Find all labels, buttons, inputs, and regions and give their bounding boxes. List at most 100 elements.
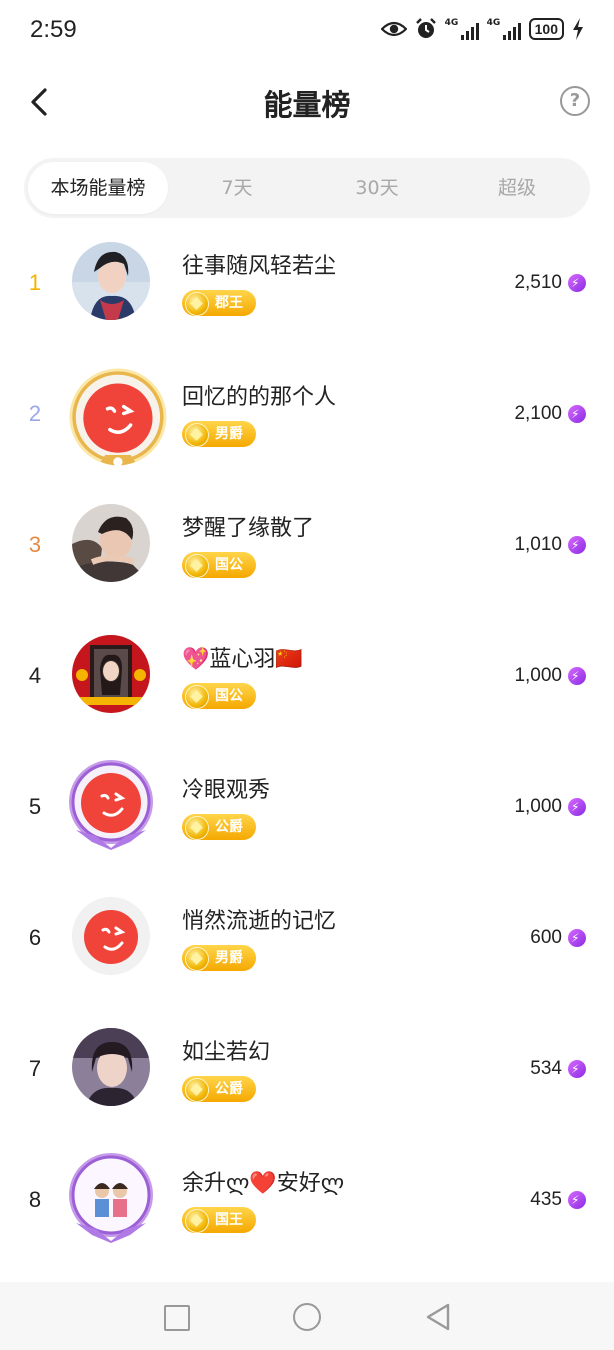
energy-icon [568,405,586,423]
rank-title-badge: 国公 [182,683,256,709]
user-name: 往事随风轻若尘 [182,254,337,279]
rank-title-text: 公爵 [215,1081,243,1097]
signal-icon: 4G [445,18,479,40]
user-name: 回忆的的那个人 [182,385,337,410]
recent-apps-icon[interactable] [164,1305,190,1331]
status-time: 2:59 [30,16,77,43]
energy-number: 2,100 [514,403,562,424]
status-bar: 2:59 4G 4G 100 [0,0,614,62]
ranking-row[interactable]: 8 余升ლ❤️安好ლ 国王 435 [0,1135,614,1266]
energy-icon [568,274,586,292]
coin-icon [185,1078,209,1102]
rank-number: 7 [28,1056,42,1081]
energy-value: 2,100 [514,403,586,425]
energy-value: 1,000 [514,665,586,687]
energy-number: 435 [530,1189,562,1210]
rank-title-text: 郡王 [215,295,243,311]
energy-number: 1,010 [514,534,562,555]
ranking-row[interactable]: 2 回忆的的那个人 男爵 2,100 [0,349,614,480]
rank-number: 6 [28,925,42,950]
energy-value: 1,010 [514,534,586,556]
help-icon[interactable]: ? [560,86,590,116]
rank-title-badge: 公爵 [182,814,256,840]
ranking-row[interactable]: 1 往事随风轻若尘 郡王 2,510 [0,218,614,349]
rank-number: 3 [28,532,42,557]
avatar[interactable] [72,897,150,975]
user-name: 💖蓝心羽🇨🇳 [182,647,303,672]
rank-title-text: 男爵 [215,426,243,442]
energy-icon [568,1191,586,1209]
coin-icon [185,423,209,447]
coin-icon [185,947,209,971]
ranking-row[interactable]: 7 如尘若幻 公爵 534 [0,1004,614,1135]
network-type-1: 4G [444,18,459,28]
avatar[interactable] [66,365,167,467]
rank-number: 5 [28,794,42,819]
avatar[interactable] [72,242,150,320]
rank-title-badge: 国王 [182,1207,256,1233]
rank-title-badge: 郡王 [182,290,256,316]
ranking-row[interactable]: 5 冷眼观秀 公爵 1,000 [0,742,614,873]
energy-value: 600 [530,927,586,949]
energy-value: 534 [530,1058,586,1080]
energy-icon [568,929,586,947]
energy-number: 1,000 [514,665,562,686]
back-triangle-icon[interactable] [424,1302,452,1332]
user-name: 如尘若幻 [182,1040,271,1065]
avatar[interactable] [72,504,150,582]
charging-icon [573,18,583,40]
avatar[interactable] [72,1028,150,1106]
coin-icon [185,554,209,578]
rank-number: 8 [28,1187,42,1212]
status-icons: 4G 4G 100 [380,18,584,40]
alarm-icon [415,18,436,38]
ranking-row[interactable]: 4 💖蓝心羽🇨🇳 国公 1,000 [0,611,614,742]
ranking-row[interactable]: 3 梦醒了缘散了 国公 1,010 [0,480,614,611]
eye-icon [380,21,407,37]
tab-30-days[interactable]: 30天 [307,162,447,214]
coin-icon [185,816,209,840]
network-type-2: 4G [486,18,501,28]
home-icon[interactable] [293,1303,321,1331]
rank-title-text: 国公 [215,557,243,573]
avatar[interactable] [66,1151,156,1243]
avatar[interactable] [66,758,156,850]
energy-icon [568,667,586,685]
coin-icon [185,685,209,709]
energy-icon [568,798,586,816]
energy-number: 534 [530,1058,562,1079]
page-title: 能量榜 [263,88,351,122]
rank-number: 4 [28,663,42,688]
rank-title-badge: 男爵 [182,421,256,447]
signal-icon: 4G [487,18,521,40]
header: 能量榜 ? [0,62,614,142]
system-nav-bar [0,1282,614,1350]
energy-icon [568,536,586,554]
energy-value: 435 [530,1189,586,1211]
rank-title-badge: 男爵 [182,945,256,971]
energy-number: 600 [530,927,562,948]
energy-number: 1,000 [514,796,562,817]
rank-title-text: 国公 [215,688,243,704]
rank-title-badge: 公爵 [182,1076,256,1102]
avatar[interactable] [72,635,150,713]
energy-icon [568,1060,586,1078]
rank-title-badge: 国公 [182,552,256,578]
user-name: 冷眼观秀 [182,778,271,803]
user-name: 余升ლ❤️安好ლ [182,1171,345,1196]
tab-super[interactable]: 超级 [447,162,587,214]
rank-number: 2 [28,401,42,426]
coin-icon [185,292,209,316]
user-name: 梦醒了缘散了 [182,516,315,541]
energy-value: 2,510 [514,272,586,294]
coin-icon [185,1209,209,1233]
rank-title-text: 国王 [215,1212,243,1228]
energy-value: 1,000 [514,796,586,818]
tab-7-days[interactable]: 7天 [167,162,307,214]
tab-current-session[interactable]: 本场能量榜 [28,162,168,214]
rank-title-text: 男爵 [215,950,243,966]
ranking-row[interactable]: 6 悄然流逝的记忆 男爵 600 [0,873,614,1004]
energy-number: 2,510 [514,272,562,293]
ranking-list: 1 往事随风轻若尘 郡王 2,510 2 [0,218,614,1266]
period-tabs: 本场能量榜 7天 30天 超级 [24,158,590,218]
